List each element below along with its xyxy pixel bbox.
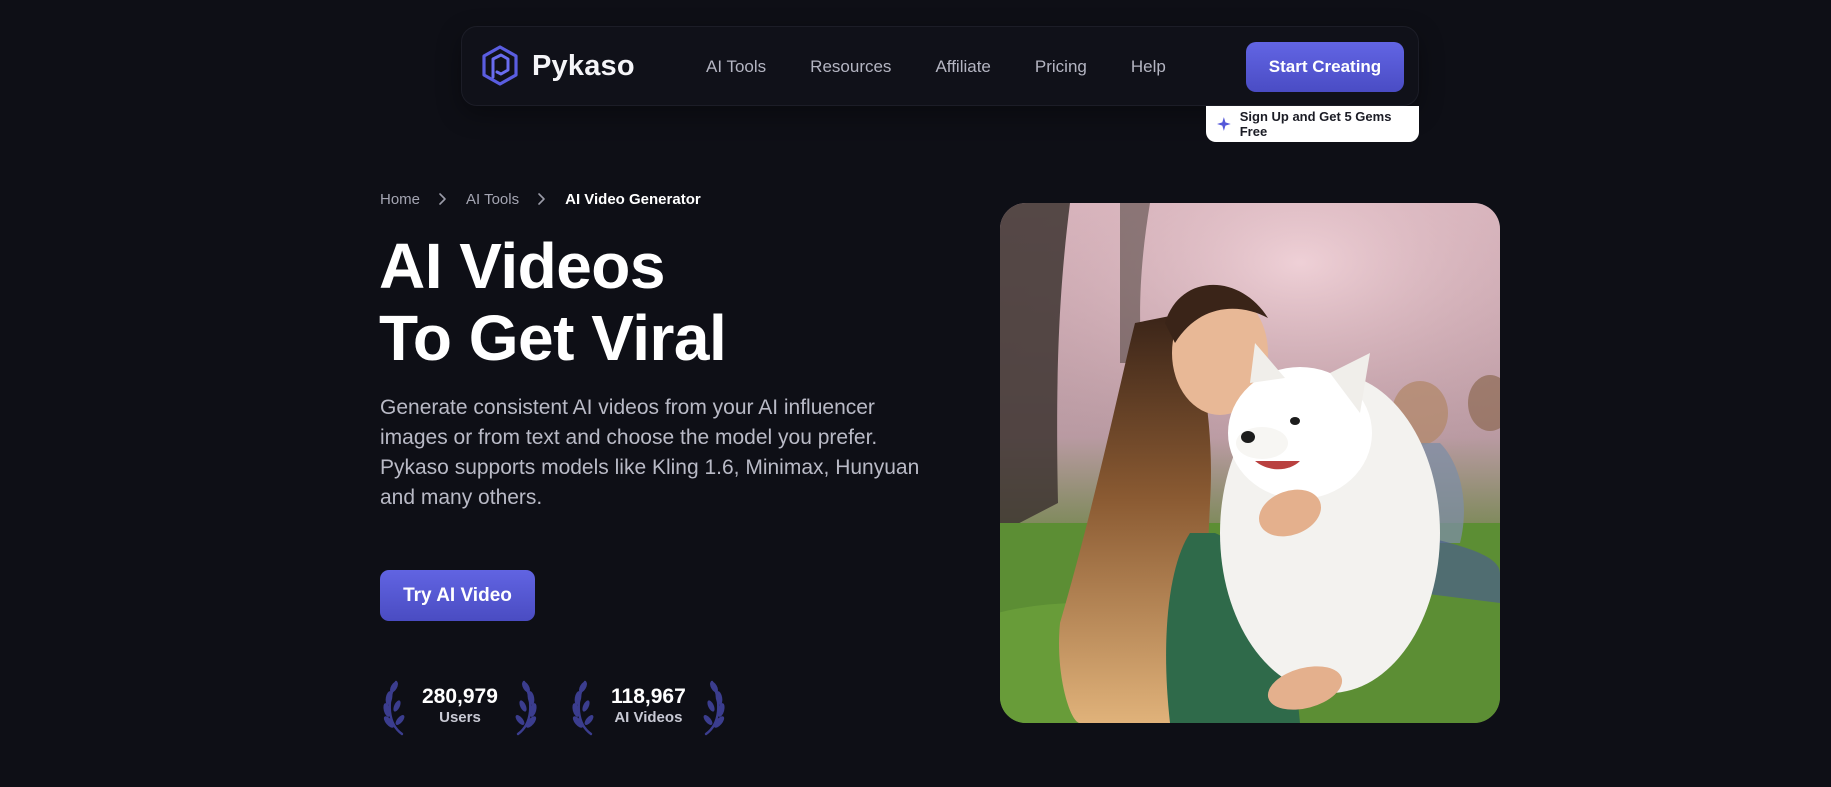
stat-ai-videos-label: AI Videos <box>614 709 683 726</box>
laurel-right-icon <box>703 680 725 736</box>
hexagon-logo-icon <box>482 45 518 86</box>
signup-promo-tab[interactable]: Sign Up and Get 5 Gems Free <box>1206 106 1419 142</box>
stat-users-value: 280,979 <box>422 685 498 708</box>
try-ai-video-button[interactable]: Try AI Video <box>380 570 535 621</box>
breadcrumb-current: AI Video Generator <box>565 190 701 208</box>
nav-link-resources[interactable]: Resources <box>810 57 891 77</box>
sparkle-icon <box>1217 117 1231 131</box>
promo-label: Sign Up and Get 5 Gems Free <box>1239 109 1392 139</box>
laurel-right-icon <box>515 680 537 736</box>
stat-users-label: Users <box>439 709 481 726</box>
nav-link-affiliate[interactable]: Affiliate <box>935 57 990 77</box>
hero-title: AI Videos To Get Viral <box>379 230 939 374</box>
breadcrumb-ai-tools[interactable]: AI Tools <box>466 191 519 208</box>
stat-ai-videos-value: 118,967 <box>611 685 686 708</box>
chevron-right-icon <box>439 193 446 205</box>
page: Pykaso AI Tools Resources Affiliate Pric… <box>0 0 1831 787</box>
hero-description: Generate consistent AI videos from your … <box>380 396 920 509</box>
nav-link-ai-tools[interactable]: AI Tools <box>706 57 766 77</box>
laurel-left-icon <box>383 680 405 736</box>
hero-illustration <box>1000 203 1500 723</box>
breadcrumb-home[interactable]: Home <box>380 191 420 208</box>
chevron-right-icon <box>538 193 545 205</box>
hero-title-line-1: AI Videos <box>379 230 665 302</box>
logo[interactable]: Pykaso <box>480 44 635 88</box>
breadcrumb: Home AI Tools AI Video Generator <box>380 190 701 208</box>
nav-link-help[interactable]: Help <box>1131 57 1166 77</box>
stat-ai-videos-body: 118,967 AI Videos <box>611 685 686 727</box>
laurel-left-icon <box>572 680 594 736</box>
start-creating-button[interactable]: Start Creating <box>1246 42 1404 92</box>
brand-name: Pykaso <box>532 49 635 82</box>
nav-link-pricing[interactable]: Pricing <box>1035 57 1087 77</box>
nav-links: AI Tools Resources Affiliate Pricing Hel… <box>706 27 1210 107</box>
navbar: Pykaso AI Tools Resources Affiliate Pric… <box>461 26 1419 106</box>
stat-users: 280,979 Users <box>380 676 540 736</box>
hero-image <box>1000 203 1500 723</box>
stat-users-body: 280,979 Users <box>422 685 498 727</box>
hero-title-line-2: To Get Viral <box>379 302 727 374</box>
stat-ai-videos: 118,967 AI Videos <box>569 676 728 736</box>
